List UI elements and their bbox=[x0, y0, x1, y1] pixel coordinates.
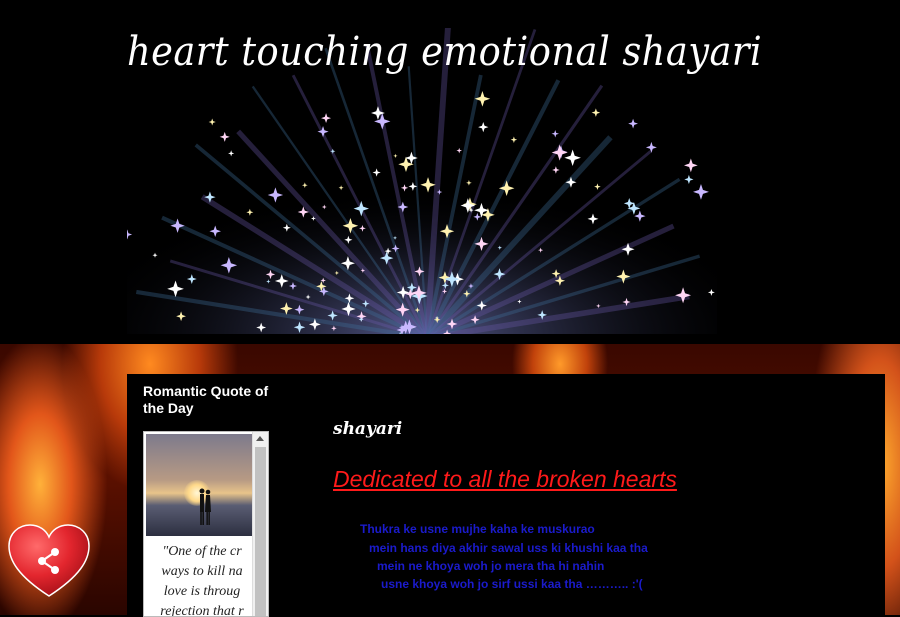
quote-scrollbar[interactable] bbox=[252, 432, 268, 616]
post-label: shayari bbox=[333, 419, 403, 439]
quote-line: ways to kill na bbox=[161, 564, 243, 579]
heart-icon bbox=[8, 524, 90, 597]
content-panel: Romantic Quote of the Day "One of the cr… bbox=[127, 374, 885, 617]
site-title[interactable]: heart touching emotional shayari bbox=[127, 32, 762, 72]
quote-of-the-day-widget: "One of the cr ways to kill na love is t… bbox=[143, 431, 269, 617]
quote-text: "One of the cr ways to kill na love is t… bbox=[150, 542, 254, 617]
quote-line: rejection that r bbox=[160, 604, 244, 617]
poem-line: usne khoya woh jo sirf ussi kaa tha ……….… bbox=[381, 577, 643, 591]
scrollbar-thumb[interactable] bbox=[255, 447, 266, 616]
share-button[interactable] bbox=[8, 524, 90, 598]
poem-line: mein hans diya akhir sawal uss ki khushi… bbox=[369, 541, 648, 555]
scroll-up-arrow-icon[interactable] bbox=[256, 436, 264, 441]
sunset-couple-image bbox=[146, 434, 252, 536]
post-headline-link[interactable]: Dedicated to all the broken hearts bbox=[333, 466, 677, 493]
quote-line: "One of the cr bbox=[162, 544, 242, 559]
poem-line: mein ne khoya woh jo mera tha hi nahin bbox=[377, 559, 605, 573]
sidebar-widget-title: Romantic Quote of the Day bbox=[143, 383, 269, 416]
poem-line: Thukra ke usne mujhe kaha ke muskurao bbox=[360, 522, 595, 536]
quote-line: love is throug bbox=[163, 584, 241, 599]
